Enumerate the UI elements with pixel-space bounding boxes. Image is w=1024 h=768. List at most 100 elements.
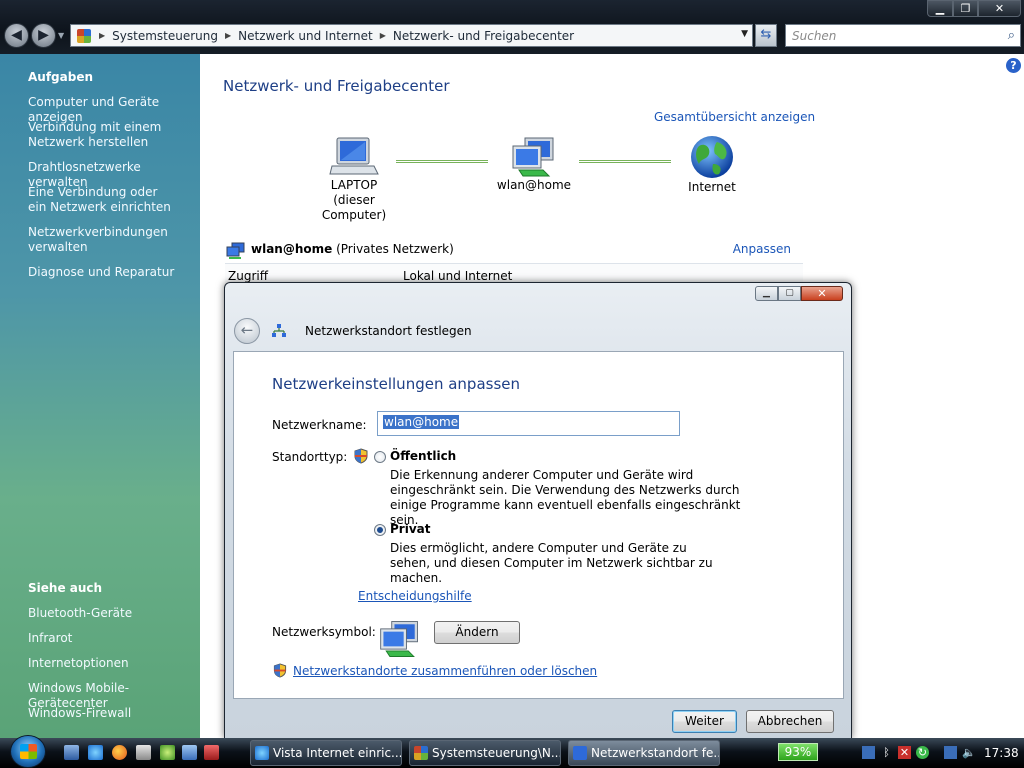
firefox-icon[interactable] <box>112 745 127 760</box>
network-tray-icon[interactable] <box>944 746 957 759</box>
change-icon-button[interactable]: Ändern <box>434 621 520 644</box>
sidebar-link-connections[interactable]: Netzwerkverbindungen verwalten <box>28 225 168 255</box>
minimize-button[interactable]: ▁ <box>927 0 953 17</box>
network-icon <box>573 746 587 760</box>
control-panel-icon <box>77 28 91 43</box>
address-dropdown-icon[interactable]: ▼ <box>741 29 748 39</box>
dialog-back-button[interactable]: ← <box>234 318 260 344</box>
network-type: (Privates Netzwerk) <box>332 242 454 256</box>
network-name: wlan@home (Privates Netzwerk) <box>251 242 454 256</box>
map-node-internet[interactable]: Internet <box>682 134 742 195</box>
forward-button[interactable]: ▶ <box>31 23 56 48</box>
map-node-network[interactable]: wlan@home <box>488 136 580 193</box>
network-computers-icon <box>512 137 554 177</box>
taskbar-item-label: Systemsteuerung\N... <box>432 746 561 760</box>
breadcrumb-systemsteuerung[interactable]: Systemsteuerung <box>105 29 225 43</box>
search-icon[interactable]: ⌕ <box>1008 28 1015 43</box>
show-desktop-icon[interactable] <box>64 745 79 760</box>
network-details-header: wlan@home (Privates Netzwerk) Anpassen <box>226 242 798 262</box>
full-map-link[interactable]: Gesamtübersicht anzeigen <box>654 110 815 124</box>
dialog-heading: Netzwerkeinstellungen anpassen <box>272 375 520 393</box>
dialog-content-panel: Netzwerkeinstellungen anpassen Netzwerkn… <box>233 351 844 699</box>
back-button[interactable]: ◀ <box>4 23 29 48</box>
sidebar-link-internet-options[interactable]: Internetoptionen <box>28 656 198 671</box>
dialog-maximize-button[interactable]: ▢ <box>778 286 801 301</box>
private-option-label[interactable]: Privat <box>390 522 430 536</box>
tray-app-icon[interactable] <box>862 746 875 759</box>
network-name-input[interactable]: wlan@home <box>377 411 680 436</box>
uac-shield-icon <box>273 663 287 678</box>
control-panel-icon <box>414 746 428 760</box>
tray-alert-icon[interactable]: ✕ <box>898 746 911 759</box>
tray-sync-icon[interactable]: ↻ <box>916 746 929 759</box>
tasks-heading: Aufgaben <box>28 70 94 84</box>
map-node-computer[interactable]: LAPTOP (dieser Computer) <box>304 136 404 223</box>
network-name-bold: wlan@home <box>251 242 333 256</box>
help-icon[interactable]: ? <box>1006 58 1021 73</box>
network-name-value: wlan@home <box>383 415 460 429</box>
app-icon[interactable] <box>204 745 219 760</box>
sidebar-link-firewall[interactable]: Windows-Firewall <box>28 706 198 721</box>
clock[interactable]: 17:38 <box>984 746 1019 760</box>
windows-logo-icon <box>20 744 37 759</box>
laptop-icon <box>329 137 379 175</box>
network-location-dialog: ▁ ▢ ✕ ← Netzwerkstandort festlegen Netzw… <box>224 282 852 738</box>
globe-icon <box>691 136 733 178</box>
breadcrumb-netzwerk-internet[interactable]: Netzwerk und Internet <box>231 29 380 43</box>
battery-indicator[interactable]: 93% <box>778 743 818 761</box>
explorer-title-bar: ▁ ❐ ✕ ◀ ▶ ▼ ▶ Systemsteuerung ▶ Netzwerk… <box>0 0 1024 54</box>
network-icon <box>226 242 245 259</box>
app-icon[interactable] <box>136 745 151 760</box>
sidebar-link-setup[interactable]: Eine Verbindung oder ein Netzwerk einric… <box>28 185 178 215</box>
public-radio[interactable] <box>374 451 386 463</box>
volume-icon[interactable]: 🔈 <box>962 746 976 759</box>
network-name-label: wlan@home <box>496 178 572 192</box>
maximize-button[interactable]: ❐ <box>953 0 978 17</box>
taskbar-item-internet[interactable]: Vista Internet einric... <box>250 740 402 766</box>
public-option-description: Die Erkennung anderer Computer und Gerät… <box>390 468 741 527</box>
public-option-label[interactable]: Öffentlich <box>390 449 456 463</box>
address-bar[interactable]: ▶ Systemsteuerung ▶ Netzwerk und Interne… <box>70 24 753 47</box>
breadcrumb-separator[interactable]: ▶ <box>91 31 105 40</box>
private-radio[interactable] <box>374 524 386 536</box>
breadcrumb-freigabecenter[interactable]: Netzwerk- und Freigabecenter <box>386 29 581 43</box>
recent-pages-dropdown[interactable]: ▼ <box>58 31 64 40</box>
app-icon[interactable] <box>160 745 175 760</box>
bluetooth-icon[interactable]: ᛒ <box>880 746 893 759</box>
taskbar-item-label: Netzwerkstandort fe... <box>591 746 720 760</box>
taskbar-item-network-location[interactable]: Netzwerkstandort fe... <box>568 740 720 766</box>
sidebar-link-connect[interactable]: Verbindung mit einem Netzwerk herstellen <box>28 120 168 150</box>
internet-explorer-icon <box>255 746 269 760</box>
refresh-button[interactable]: ⇆ <box>755 24 777 47</box>
search-placeholder: Suchen <box>792 29 837 43</box>
page-title: Netzwerk- und Freigabecenter <box>223 77 450 95</box>
start-button[interactable] <box>10 735 46 768</box>
uac-shield-icon <box>354 448 368 464</box>
internet-label: Internet <box>688 180 736 194</box>
customize-link[interactable]: Anpassen <box>733 242 791 256</box>
merge-locations-link[interactable]: Netzwerkstandorte zusammenführen oder lö… <box>293 664 597 678</box>
access-value: Lokal und Internet <box>403 269 513 283</box>
sidebar-link-bluetooth[interactable]: Bluetooth-Geräte <box>28 606 198 621</box>
task-sidebar: Aufgaben Computer und Geräte anzeigen Ve… <box>0 54 200 738</box>
private-option-description: Dies ermöglicht, andere Computer und Ger… <box>390 541 713 585</box>
close-button[interactable]: ✕ <box>978 0 1021 17</box>
taskbar: Vista Internet einric... Systemsteuerung… <box>0 735 1024 768</box>
search-input[interactable]: Suchen ⌕ <box>785 24 1021 47</box>
dialog-close-button[interactable]: ✕ <box>801 286 843 301</box>
map-connection-line <box>396 160 488 163</box>
sidebar-link-infrared[interactable]: Infrarot <box>28 631 198 646</box>
internet-explorer-icon[interactable] <box>88 745 103 760</box>
dialog-minimize-button[interactable]: ▁ <box>755 286 778 301</box>
network-symbol-label: Netzwerksymbol: <box>272 625 376 639</box>
dialog-title: Netzwerkstandort festlegen <box>305 324 472 338</box>
network-tree-icon <box>272 324 286 337</box>
access-label: Zugriff <box>228 269 268 283</box>
taskbar-item-control-panel[interactable]: Systemsteuerung\N... <box>409 740 561 766</box>
next-button[interactable]: Weiter <box>672 710 737 733</box>
app-icon[interactable] <box>182 745 197 760</box>
decision-help-link[interactable]: Entscheidungshilfe <box>358 589 472 603</box>
cancel-button[interactable]: Abbrechen <box>746 710 834 733</box>
sidebar-link-diagnose[interactable]: Diagnose und Reparatur <box>28 265 198 280</box>
taskbar-item-label: Vista Internet einric... <box>273 746 402 760</box>
